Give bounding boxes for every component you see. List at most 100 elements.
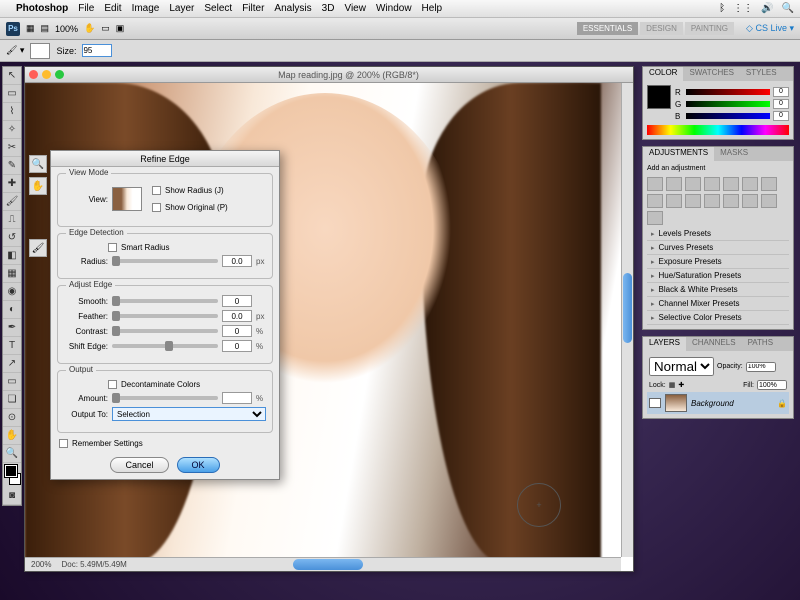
type-tool[interactable]: T bbox=[3, 337, 21, 355]
decontaminate-checkbox[interactable] bbox=[108, 380, 117, 389]
bw-icon[interactable] bbox=[647, 194, 663, 208]
menu-layer[interactable]: Layer bbox=[169, 3, 194, 14]
minibr-icon[interactable]: ▤ bbox=[41, 23, 50, 34]
scrollbar-vertical[interactable] bbox=[621, 83, 633, 557]
exposure-icon[interactable] bbox=[704, 177, 720, 191]
refine-brush-tool[interactable]: 🖌 bbox=[29, 239, 47, 257]
preset-chanmix[interactable]: ▸Channel Mixer Presets bbox=[647, 297, 789, 311]
view-thumb[interactable] bbox=[112, 187, 142, 211]
menu-image[interactable]: Image bbox=[132, 3, 160, 14]
screen-icon[interactable]: ▣ bbox=[116, 23, 125, 34]
menu-analysis[interactable]: Analysis bbox=[274, 3, 311, 14]
color-swatch[interactable] bbox=[3, 463, 21, 487]
tab-paths[interactable]: PATHS bbox=[742, 337, 779, 351]
scrollbar-horizontal[interactable]: 200% Doc: 5.49M/5.49M bbox=[25, 557, 621, 571]
amount-slider[interactable] bbox=[112, 396, 218, 400]
healing-tool[interactable]: ✚ bbox=[3, 175, 21, 193]
blend-mode[interactable]: Normal bbox=[649, 357, 714, 376]
ok-button[interactable]: OK bbox=[177, 457, 220, 473]
menu-help[interactable]: Help bbox=[422, 3, 443, 14]
smooth-input[interactable] bbox=[222, 295, 252, 307]
tab-channels[interactable]: CHANNELS bbox=[686, 337, 742, 351]
size-input[interactable] bbox=[82, 44, 112, 57]
smart-radius-checkbox[interactable] bbox=[108, 243, 117, 252]
status-doc[interactable]: Doc: 5.49M/5.49M bbox=[61, 560, 126, 569]
hue-icon[interactable] bbox=[742, 177, 758, 191]
move-tool[interactable]: ↖ bbox=[3, 67, 21, 85]
radius-input[interactable] bbox=[222, 255, 252, 267]
preset-hue[interactable]: ▸Hue/Saturation Presets bbox=[647, 269, 789, 283]
thresh-icon[interactable] bbox=[742, 194, 758, 208]
eyedropper-tool[interactable]: ✎ bbox=[3, 157, 21, 175]
radius-slider[interactable] bbox=[112, 259, 218, 263]
arrange-icon[interactable]: ▭ bbox=[101, 23, 110, 34]
gradient-tool[interactable]: ▦ bbox=[3, 265, 21, 283]
3dcam-tool[interactable]: ⊙ bbox=[3, 409, 21, 427]
quickmask-tool[interactable]: ◙ bbox=[3, 487, 21, 505]
marquee-tool[interactable]: ▭ bbox=[3, 85, 21, 103]
cancel-button[interactable]: Cancel bbox=[110, 457, 168, 473]
feather-slider[interactable] bbox=[112, 314, 218, 318]
menu-3d[interactable]: 3D bbox=[322, 3, 335, 14]
app-name[interactable]: Photoshop bbox=[16, 3, 68, 14]
preset-levels[interactable]: ▸Levels Presets bbox=[647, 227, 789, 241]
stamp-tool[interactable]: ⎍ bbox=[3, 211, 21, 229]
hand-tool[interactable]: ✋ bbox=[3, 427, 21, 445]
menu-filter[interactable]: Filter bbox=[242, 3, 264, 14]
gradmap-icon[interactable] bbox=[761, 194, 777, 208]
menu-window[interactable]: Window bbox=[376, 3, 412, 14]
preset-exposure[interactable]: ▸Exposure Presets bbox=[647, 255, 789, 269]
layer-row[interactable]: Background 🔒 bbox=[647, 392, 789, 414]
history-tool[interactable]: ↺ bbox=[3, 229, 21, 247]
chanmix-icon[interactable] bbox=[685, 194, 701, 208]
minimize-icon[interactable] bbox=[42, 70, 51, 79]
hand-icon[interactable]: ✋ bbox=[84, 23, 95, 34]
menu-edit[interactable]: Edit bbox=[104, 3, 121, 14]
remember-checkbox[interactable] bbox=[59, 439, 68, 448]
workspace-essentials[interactable]: ESSENTIALS bbox=[577, 22, 638, 35]
bridge-icon[interactable]: ▦ bbox=[26, 23, 35, 34]
blur-tool[interactable]: ◉ bbox=[3, 283, 21, 301]
menu-view[interactable]: View bbox=[344, 3, 366, 14]
menu-select[interactable]: Select bbox=[204, 3, 232, 14]
spotlight-icon[interactable]: 🔍 bbox=[782, 3, 794, 14]
g-value[interactable]: 0 bbox=[773, 99, 789, 109]
scroll-thumb[interactable] bbox=[293, 559, 363, 570]
zoom-dlg-tool[interactable]: 🔍 bbox=[29, 155, 47, 173]
tab-adjustments[interactable]: ADJUSTMENTS bbox=[643, 147, 714, 161]
menu-file[interactable]: File bbox=[78, 3, 94, 14]
lock-pos-icon[interactable]: ✚ bbox=[678, 381, 684, 389]
b-value[interactable]: 0 bbox=[773, 111, 789, 121]
fg-color[interactable] bbox=[5, 465, 17, 477]
shift-slider[interactable] bbox=[112, 344, 218, 348]
refine-edge-dialog[interactable]: 🔍 ✋ 🖌 Refine Edge View Mode View: Show R… bbox=[50, 150, 280, 480]
smooth-slider[interactable] bbox=[112, 299, 218, 303]
lock-pixels-icon[interactable]: ▦ bbox=[669, 381, 676, 389]
opacity-input[interactable] bbox=[746, 362, 776, 372]
selcolor-icon[interactable] bbox=[647, 211, 663, 225]
r-slider[interactable] bbox=[686, 89, 770, 95]
poster-icon[interactable] bbox=[723, 194, 739, 208]
brush-preview[interactable] bbox=[30, 43, 50, 59]
layer-name[interactable]: Background bbox=[691, 399, 734, 408]
feather-input[interactable] bbox=[222, 310, 252, 322]
lasso-tool[interactable]: ⌇ bbox=[3, 103, 21, 121]
path-tool[interactable]: ↗ bbox=[3, 355, 21, 373]
crop-tool[interactable]: ✂ bbox=[3, 139, 21, 157]
spectrum[interactable] bbox=[647, 125, 789, 135]
color-swatch[interactable] bbox=[647, 85, 671, 109]
cs-live[interactable]: ◇ CS Live ▾ bbox=[746, 23, 794, 34]
shift-input[interactable] bbox=[222, 340, 252, 352]
zoom-value[interactable]: 100% bbox=[55, 24, 78, 34]
colorbal-icon[interactable] bbox=[761, 177, 777, 191]
eraser-tool[interactable]: ◧ bbox=[3, 247, 21, 265]
photo-icon[interactable] bbox=[666, 194, 682, 208]
doc-titlebar[interactable]: Map reading.jpg @ 200% (RGB/8*) bbox=[25, 67, 633, 83]
preset-bw[interactable]: ▸Black & White Presets bbox=[647, 283, 789, 297]
shape-tool[interactable]: ▭ bbox=[3, 373, 21, 391]
vibrance-icon[interactable] bbox=[723, 177, 739, 191]
status-zoom[interactable]: 200% bbox=[31, 560, 51, 569]
r-value[interactable]: 0 bbox=[773, 87, 789, 97]
visibility-icon[interactable] bbox=[649, 398, 661, 408]
invert-icon[interactable] bbox=[704, 194, 720, 208]
